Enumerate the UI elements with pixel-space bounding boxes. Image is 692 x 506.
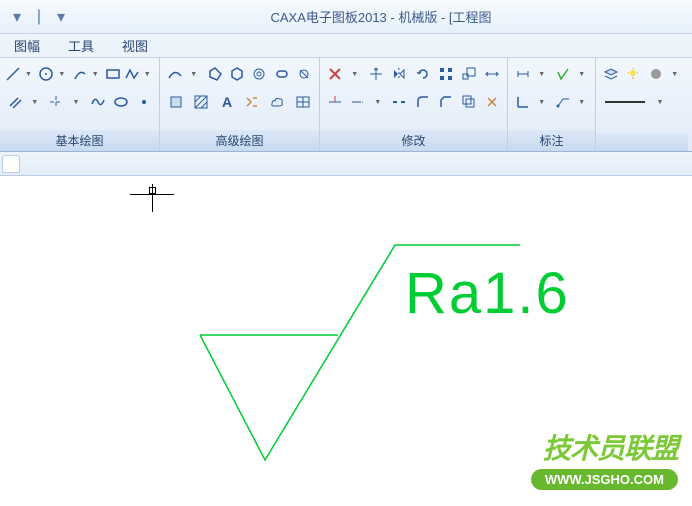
dropdown-icon[interactable]: ▼ [534, 89, 551, 115]
panel-properties: ▼ ▼ [596, 58, 688, 151]
leader-icon[interactable] [552, 89, 573, 115]
dim-coord-icon[interactable] [512, 89, 533, 115]
scale-icon[interactable] [458, 61, 480, 87]
explode-icon[interactable] [481, 89, 503, 115]
move-icon[interactable] [365, 61, 387, 87]
title-bar: ▾ | ▾ CAXA电子图板2013 - 机械版 - [工程图 [0, 0, 692, 34]
svg-text:A: A [222, 94, 232, 110]
light-icon[interactable] [622, 61, 643, 87]
array-icon[interactable] [435, 61, 457, 87]
dropdown-icon[interactable]: ▼ [370, 89, 387, 115]
mirror-icon[interactable] [388, 61, 410, 87]
point-tool-icon[interactable] [133, 89, 155, 115]
panel-label: 标注 [508, 130, 595, 151]
break-icon[interactable] [388, 89, 410, 115]
menu-tools[interactable]: 工具 [54, 36, 108, 55]
polyline-tool-icon[interactable] [123, 61, 141, 87]
panel-label [596, 133, 688, 151]
rect-tool-icon[interactable] [104, 61, 122, 87]
fillet-icon[interactable] [411, 89, 433, 115]
panel-label: 基本绘图 [0, 130, 159, 151]
watermark: 技术员联盟 WWW.JSGHO.COM [531, 427, 678, 490]
stretch-icon[interactable] [481, 61, 503, 87]
dropdown-icon[interactable]: ▼ [534, 61, 551, 87]
menu-bar: 图幅 工具 视图 [0, 34, 692, 58]
panel-basic-draw: ▼ ▼ ▼ ▼ ▼ ▼ 基本绘图 [0, 58, 160, 151]
circle-tool-icon[interactable] [37, 61, 55, 87]
menu-view[interactable]: 视图 [108, 36, 162, 55]
formula-icon[interactable] [240, 89, 264, 115]
arc-tool-icon[interactable] [71, 61, 89, 87]
hole-icon[interactable] [294, 61, 315, 87]
dropdown-icon[interactable]: ▼ [347, 61, 364, 87]
trim-icon[interactable] [324, 89, 346, 115]
table-icon[interactable] [291, 89, 315, 115]
dropdown-icon[interactable]: ▼ [186, 61, 202, 87]
spline2-icon[interactable] [164, 61, 185, 87]
panel-advanced-draw: ▼ A 高级绘图 [160, 58, 320, 151]
panel-dimension: ▼ ▼ ▼ ▼ 标注 [508, 58, 596, 151]
dim-linear-icon[interactable] [512, 61, 533, 87]
qat-expand-icon[interactable]: ▾ [52, 8, 70, 26]
surface-value: Ra1.6 [405, 261, 570, 326]
centerline-tool-icon[interactable] [45, 89, 67, 115]
text-icon[interactable]: A [215, 89, 239, 115]
panel-label: 修改 [320, 130, 507, 151]
dropdown-icon[interactable]: ▼ [23, 61, 37, 87]
hexagon-icon[interactable] [226, 61, 247, 87]
command-input-row [0, 152, 692, 176]
dropdown-icon[interactable]: ▼ [141, 61, 155, 87]
panel-label: 高级绘图 [160, 130, 319, 151]
watermark-url: WWW.JSGHO.COM [531, 469, 678, 490]
dropdown-icon[interactable]: ▼ [651, 89, 671, 115]
qat-dropdown-icon[interactable]: ▾ [8, 8, 26, 26]
watermark-text: 技术员联盟 [531, 427, 678, 467]
dropdown-icon[interactable]: ▼ [574, 61, 591, 87]
dropdown-icon[interactable]: ▼ [27, 89, 44, 115]
spline-tool-icon[interactable] [86, 89, 108, 115]
qat-separator: | [30, 8, 48, 26]
dropdown-icon[interactable]: ▼ [667, 61, 684, 87]
gear-icon[interactable] [249, 61, 270, 87]
dropdown-icon[interactable]: ▼ [574, 89, 591, 115]
dropdown-icon[interactable]: ▼ [56, 61, 70, 87]
quick-access-toolbar: ▾ | ▾ [0, 8, 70, 26]
line-tool-icon[interactable] [4, 61, 22, 87]
parallel-tool-icon[interactable] [4, 89, 26, 115]
surface-finish-symbol: Ra1.6 [180, 240, 530, 480]
dim-icon2[interactable] [645, 61, 666, 87]
menu-sheet[interactable]: 图幅 [0, 36, 54, 55]
dropdown-icon[interactable]: ▼ [89, 61, 103, 87]
chamfer-icon[interactable] [435, 89, 457, 115]
extend-icon[interactable] [347, 89, 369, 115]
cloud-icon[interactable] [265, 89, 289, 115]
layer-icon[interactable] [600, 61, 621, 87]
dropdown-icon[interactable]: ▼ [68, 89, 85, 115]
polygon-icon[interactable] [204, 61, 225, 87]
hatch-icon[interactable] [189, 89, 213, 115]
linetype-icon[interactable] [600, 89, 650, 115]
ellipse-tool-icon[interactable] [110, 89, 132, 115]
rotate-icon[interactable] [411, 61, 433, 87]
panel-modify: ▼ ▼ 修改 [320, 58, 508, 151]
block-icon[interactable] [164, 89, 188, 115]
offset-icon[interactable] [458, 89, 480, 115]
ribbon: ▼ ▼ ▼ ▼ ▼ ▼ 基本绘图 ▼ [0, 58, 692, 152]
input-tab[interactable] [2, 155, 20, 173]
drawing-canvas[interactable]: Ra1.6 技术员联盟 WWW.JSGHO.COM [0, 176, 692, 506]
window-title: CAXA电子图板2013 - 机械版 - [工程图 [70, 7, 692, 26]
slot-icon[interactable] [271, 61, 292, 87]
erase-icon[interactable] [324, 61, 346, 87]
surface-finish-icon[interactable] [552, 61, 573, 87]
